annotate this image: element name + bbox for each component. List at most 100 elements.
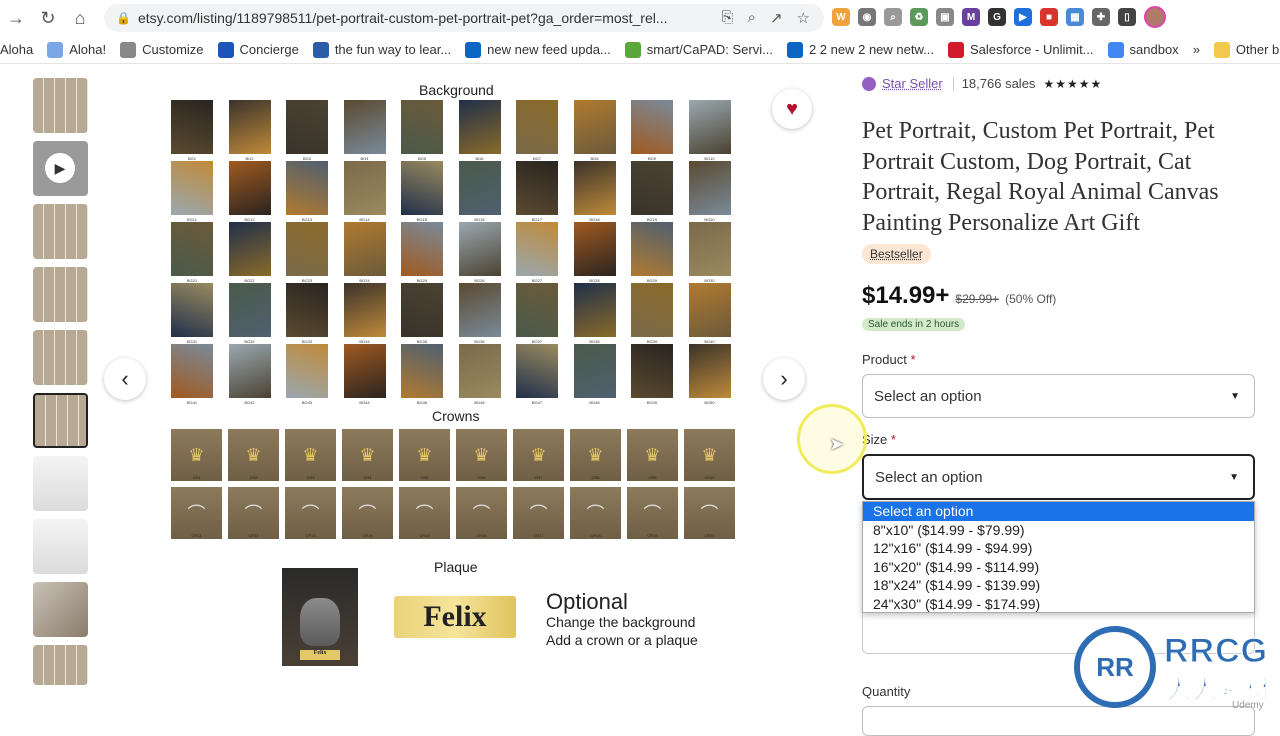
- profile-avatar[interactable]: [1144, 6, 1166, 28]
- thumbnail[interactable]: [33, 519, 88, 574]
- background-tile: BG16: [458, 161, 501, 222]
- thumbnail[interactable]: [33, 78, 88, 133]
- bookmark-item[interactable]: Customize: [120, 41, 204, 58]
- background-tile: BG29: [631, 222, 673, 283]
- watermark-logo: RR: [1074, 626, 1156, 708]
- search-extension-icon[interactable]: ⌕: [884, 8, 902, 26]
- thumbnail[interactable]: [33, 330, 88, 385]
- bookmark-item[interactable]: sandbox: [1107, 41, 1179, 58]
- crown-tile: ⌒ CR17: [513, 487, 564, 539]
- previous-image-button[interactable]: ‹: [104, 358, 146, 400]
- share-icon[interactable]: ⎘: [722, 9, 734, 27]
- crown-code: CR10: [704, 475, 715, 480]
- bookmark-item[interactable]: new new feed upda...: [465, 41, 611, 58]
- size-option[interactable]: Select an option: [863, 502, 1254, 521]
- customize-icon: [120, 41, 137, 58]
- bookmark-item[interactable]: Other b: [1213, 41, 1279, 58]
- extension-icon[interactable]: ▦: [1066, 8, 1084, 26]
- send-icon[interactable]: ↗: [770, 9, 783, 27]
- crown-code: CR4: [363, 475, 372, 480]
- gpt-icon[interactable]: G: [988, 8, 1006, 26]
- crown-tile: ♛ CR10: [684, 429, 735, 481]
- bookmarks-bar: Aloha Aloha! Customize Concierge the fun way…: [0, 36, 1280, 64]
- crown-code: CR12: [248, 533, 259, 538]
- background-tile: BG25: [401, 222, 443, 283]
- crown-icon: ⌒: [301, 504, 320, 524]
- background-tile: BG12: [228, 161, 271, 222]
- star-seller-link[interactable]: Star Seller: [882, 76, 943, 91]
- home-icon[interactable]: ⌂: [64, 2, 96, 34]
- product-select-value: Select an option: [874, 387, 982, 405]
- bookmark-item[interactable]: smart/CaPAD: Servi...: [624, 41, 773, 58]
- background-tile: BG34: [343, 283, 386, 344]
- extension-icon[interactable]: ▶: [1014, 8, 1032, 26]
- crown-icon: ⌒: [586, 504, 605, 524]
- size-option[interactable]: 8"x10" ($14.99 - $79.99): [863, 521, 1254, 540]
- background-tile: BG24: [343, 222, 386, 283]
- background-tile: BG8: [573, 100, 616, 161]
- thumbnail[interactable]: [33, 456, 88, 511]
- bookmark-item[interactable]: the fun way to lear...: [312, 41, 451, 58]
- thumbnail[interactable]: [33, 645, 88, 685]
- size-option[interactable]: 16"x20" ($14.99 - $114.99): [863, 558, 1254, 577]
- bookmark-item[interactable]: Aloha!: [47, 41, 106, 58]
- extension-icon[interactable]: M: [962, 8, 980, 26]
- bookmark-label: Salesforce - Unlimit...: [969, 42, 1094, 57]
- bestseller-badge[interactable]: Bestseller: [862, 244, 931, 264]
- camera-icon[interactable]: ◉: [858, 8, 876, 26]
- background-tile: BG15: [401, 161, 443, 222]
- required-mark: *: [910, 352, 916, 367]
- thumbnail[interactable]: [33, 204, 88, 259]
- product-select[interactable]: Select an option ▼: [862, 374, 1255, 418]
- size-option[interactable]: 12"x16" ($14.99 - $94.99): [863, 539, 1254, 558]
- bookmark-item[interactable]: Salesforce - Unlimit...: [947, 41, 1094, 58]
- size-option[interactable]: 18"x24" ($14.99 - $139.99): [863, 576, 1254, 595]
- crown-icon: ♛: [302, 444, 319, 465]
- reload-icon[interactable]: ↻: [32, 2, 64, 34]
- background-tile: BG37: [516, 283, 558, 344]
- bookmark-item[interactable]: »: [1193, 42, 1200, 57]
- bookmark-star-icon[interactable]: ☆: [797, 9, 810, 27]
- cat-portrait-image: Felix: [282, 568, 358, 666]
- crown-tile: ⌒ CR18: [570, 487, 621, 539]
- thumbnail[interactable]: [33, 267, 88, 322]
- bookmark-item[interactable]: 2 2 new 2 new netw...: [786, 41, 934, 58]
- background-tile: BG14: [343, 161, 386, 222]
- bookmark-item[interactable]: Aloha: [0, 42, 33, 57]
- thumbnail-active[interactable]: [33, 393, 88, 448]
- crown-tile: ⌒ CR14: [342, 487, 393, 539]
- address-bar[interactable]: 🔒 etsy.com/listing/1189798511/pet-portra…: [104, 4, 824, 32]
- crown-icon: ⌒: [643, 504, 662, 524]
- crown-tile: ♛ CR8: [570, 429, 621, 481]
- size-option[interactable]: 24"x30" ($14.99 - $174.99): [863, 595, 1254, 614]
- video-thumbnail[interactable]: ▶: [33, 141, 88, 196]
- recycle-icon[interactable]: ♻: [910, 8, 928, 26]
- thumbnail[interactable]: [33, 582, 88, 637]
- background-tile: BG47: [516, 344, 558, 405]
- puzzle-icon[interactable]: ✚: [1092, 8, 1110, 26]
- rating-stars[interactable]: ★★★★★: [1043, 77, 1102, 91]
- crown-icon: ♛: [701, 444, 718, 465]
- extension-icon[interactable]: W: [832, 8, 850, 26]
- crown-icon: ⌒: [472, 504, 491, 524]
- size-dropdown-list[interactable]: Select an option 8"x10" ($14.99 - $79.99)…: [862, 501, 1255, 613]
- background-code: BG45: [416, 400, 428, 405]
- background-tile: BG41: [171, 344, 213, 405]
- background-tile: BG30: [688, 222, 731, 283]
- bookmark-label: new new feed upda...: [487, 42, 611, 57]
- size-select[interactable]: Select an option ▼: [862, 454, 1255, 500]
- extension-icon[interactable]: ■: [1040, 8, 1058, 26]
- size-label: Size *: [862, 432, 896, 447]
- background-tile: BG50: [688, 344, 731, 405]
- extension-icon[interactable]: ▣: [936, 8, 954, 26]
- chevron-right-icon: ›: [780, 366, 788, 391]
- crown-code: CR1: [192, 475, 201, 480]
- favorite-button[interactable]: ♥: [772, 89, 812, 129]
- zoom-icon[interactable]: ⌕: [748, 9, 756, 27]
- bookmark-item[interactable]: Concierge: [217, 41, 299, 58]
- forward-icon[interactable]: →: [0, 2, 32, 34]
- background-tile: BG6: [458, 100, 501, 161]
- crown-tile: ⌒ CR13: [285, 487, 336, 539]
- sidebar-icon[interactable]: ▯: [1118, 8, 1136, 26]
- next-image-button[interactable]: ›: [763, 358, 805, 400]
